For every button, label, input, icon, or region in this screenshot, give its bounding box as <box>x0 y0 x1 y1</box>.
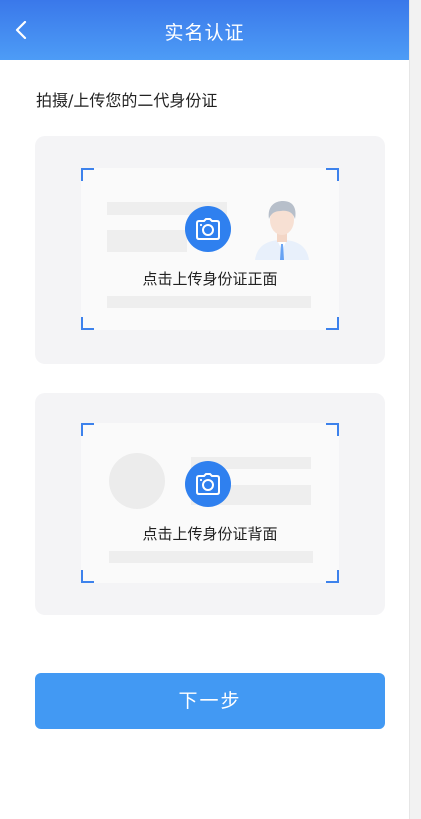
next-step-button[interactable]: 下一步 <box>35 673 385 729</box>
upload-id-front-card[interactable]: 点击上传身份证正面 <box>35 136 385 364</box>
camera-button-front[interactable] <box>185 206 231 252</box>
frame-corner <box>81 317 94 330</box>
frame-corner <box>326 317 339 330</box>
upload-front-label: 点击上传身份证正面 <box>142 270 278 288</box>
scrollbar[interactable] <box>409 0 421 819</box>
id-card-back-frame: 点击上传身份证背面 <box>81 423 339 583</box>
frame-corner <box>326 570 339 583</box>
camera-icon <box>196 218 220 240</box>
placeholder-line <box>109 551 313 563</box>
frame-corner <box>326 168 339 181</box>
page-title: 实名认证 <box>164 22 245 44</box>
emblem-placeholder <box>109 453 165 509</box>
page: 实名认证 拍摄/上传您的二代身份证 点击上传身份证正面 点击上传身份证背面 下一… <box>0 0 409 819</box>
frame-corner <box>81 570 94 583</box>
id-card-front-frame: 点击上传身份证正面 <box>81 168 339 330</box>
header-bar: 实名认证 <box>0 0 409 60</box>
upload-back-label: 点击上传身份证背面 <box>142 525 278 543</box>
frame-corner <box>326 423 339 436</box>
camera-icon <box>196 473 220 495</box>
frame-corner <box>81 423 94 436</box>
instruction-text: 拍摄/上传您的二代身份证 <box>36 91 218 110</box>
portrait-illustration <box>255 201 309 260</box>
upload-id-back-card[interactable]: 点击上传身份证背面 <box>35 393 385 615</box>
camera-button-back[interactable] <box>185 461 231 507</box>
placeholder-line <box>107 230 187 252</box>
frame-corner <box>81 168 94 181</box>
placeholder-line <box>107 296 311 308</box>
